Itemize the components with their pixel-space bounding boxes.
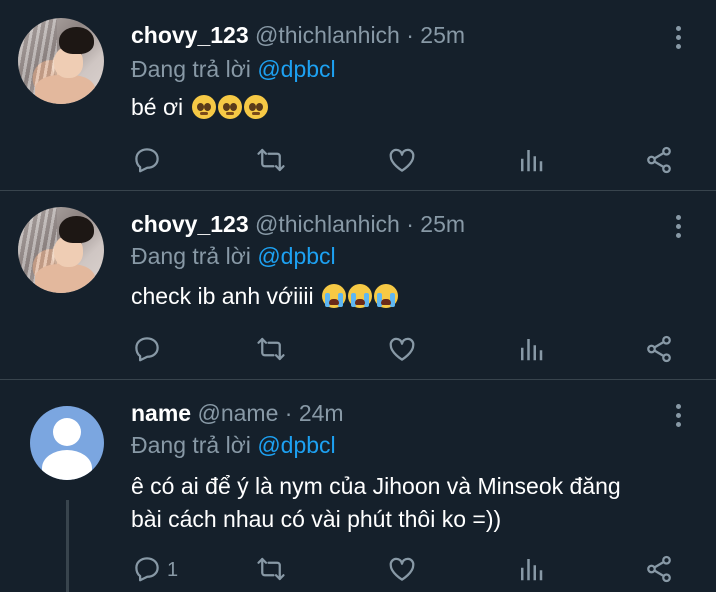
share-icon[interactable] <box>644 145 674 175</box>
analytics-icon[interactable] <box>516 145 546 175</box>
avatar[interactable] <box>18 18 104 104</box>
timestamp[interactable]: · 25m <box>406 211 465 237</box>
heart-icon[interactable] <box>387 554 417 584</box>
retweet-icon[interactable] <box>256 554 286 584</box>
pleading-face-emoji <box>217 95 242 119</box>
reply-prefix: Đang trả lời <box>131 432 251 458</box>
loudly-crying-face-emoji <box>373 284 398 308</box>
avatar[interactable] <box>18 207 104 293</box>
display-name[interactable]: chovy_123 <box>131 211 249 237</box>
loudly-crying-face-emoji <box>321 284 346 308</box>
avatar[interactable] <box>30 406 104 480</box>
pleading-face-emoji <box>243 95 268 119</box>
tweet[interactable]: chovy_123 @thichlanhich · 25m Đang trả l… <box>0 0 716 190</box>
more-vertical-icon[interactable] <box>676 404 684 431</box>
share-icon[interactable] <box>644 554 674 584</box>
tweet-text: bé ơi <box>131 91 268 124</box>
retweet-icon[interactable] <box>256 334 286 364</box>
reply-icon[interactable] <box>132 145 162 175</box>
more-vertical-icon[interactable] <box>676 26 684 53</box>
thread-connector <box>66 500 69 592</box>
user-handle[interactable]: @thichlanhich <box>255 22 400 48</box>
heart-icon[interactable] <box>387 145 417 175</box>
reply-prefix: Đang trả lời <box>131 56 251 82</box>
timestamp[interactable]: · 25m <box>406 22 465 48</box>
tweet-text: ê có ai để ý là nym của Jihoon và Minseo… <box>131 470 621 536</box>
reply-icon[interactable] <box>132 554 162 584</box>
display-name[interactable]: name <box>131 400 191 426</box>
more-vertical-icon[interactable] <box>676 215 684 242</box>
mention-link[interactable]: @dpbcl <box>257 56 335 82</box>
reply-icon[interactable] <box>132 334 162 364</box>
user-handle[interactable]: @name <box>197 400 278 426</box>
tweet-text-line: ê có ai để ý là nym của Jihoon và Minseo… <box>131 473 621 499</box>
tweet-text: check ib anh vớiiii <box>131 280 398 313</box>
user-handle[interactable]: @thichlanhich <box>255 211 400 237</box>
analytics-icon[interactable] <box>516 554 546 584</box>
tweet-text-content: bé ơi <box>131 94 184 120</box>
analytics-icon[interactable] <box>516 334 546 364</box>
tweet-text-line: bài cách nhau có vài phút thôi ko =)) <box>131 506 502 532</box>
timestamp[interactable]: · 24m <box>285 400 344 426</box>
reply-count: 1 <box>167 559 179 581</box>
pleading-face-emoji <box>191 95 216 119</box>
retweet-icon[interactable] <box>256 145 286 175</box>
mention-link[interactable]: @dpbcl <box>257 432 335 458</box>
loudly-crying-face-emoji <box>347 284 372 308</box>
tweet-text-content: check ib anh vớiiii <box>131 283 314 309</box>
heart-icon[interactable] <box>387 334 417 364</box>
tweet[interactable]: chovy_123 @thichlanhich · 25m Đang trả l… <box>0 191 716 379</box>
tweet[interactable]: name @name · 24m Đang trả lời @dpbcl ê c… <box>0 380 716 592</box>
reply-prefix: Đang trả lời <box>131 243 251 269</box>
display-name[interactable]: chovy_123 <box>131 22 249 48</box>
share-icon[interactable] <box>644 334 674 364</box>
mention-link[interactable]: @dpbcl <box>257 243 335 269</box>
